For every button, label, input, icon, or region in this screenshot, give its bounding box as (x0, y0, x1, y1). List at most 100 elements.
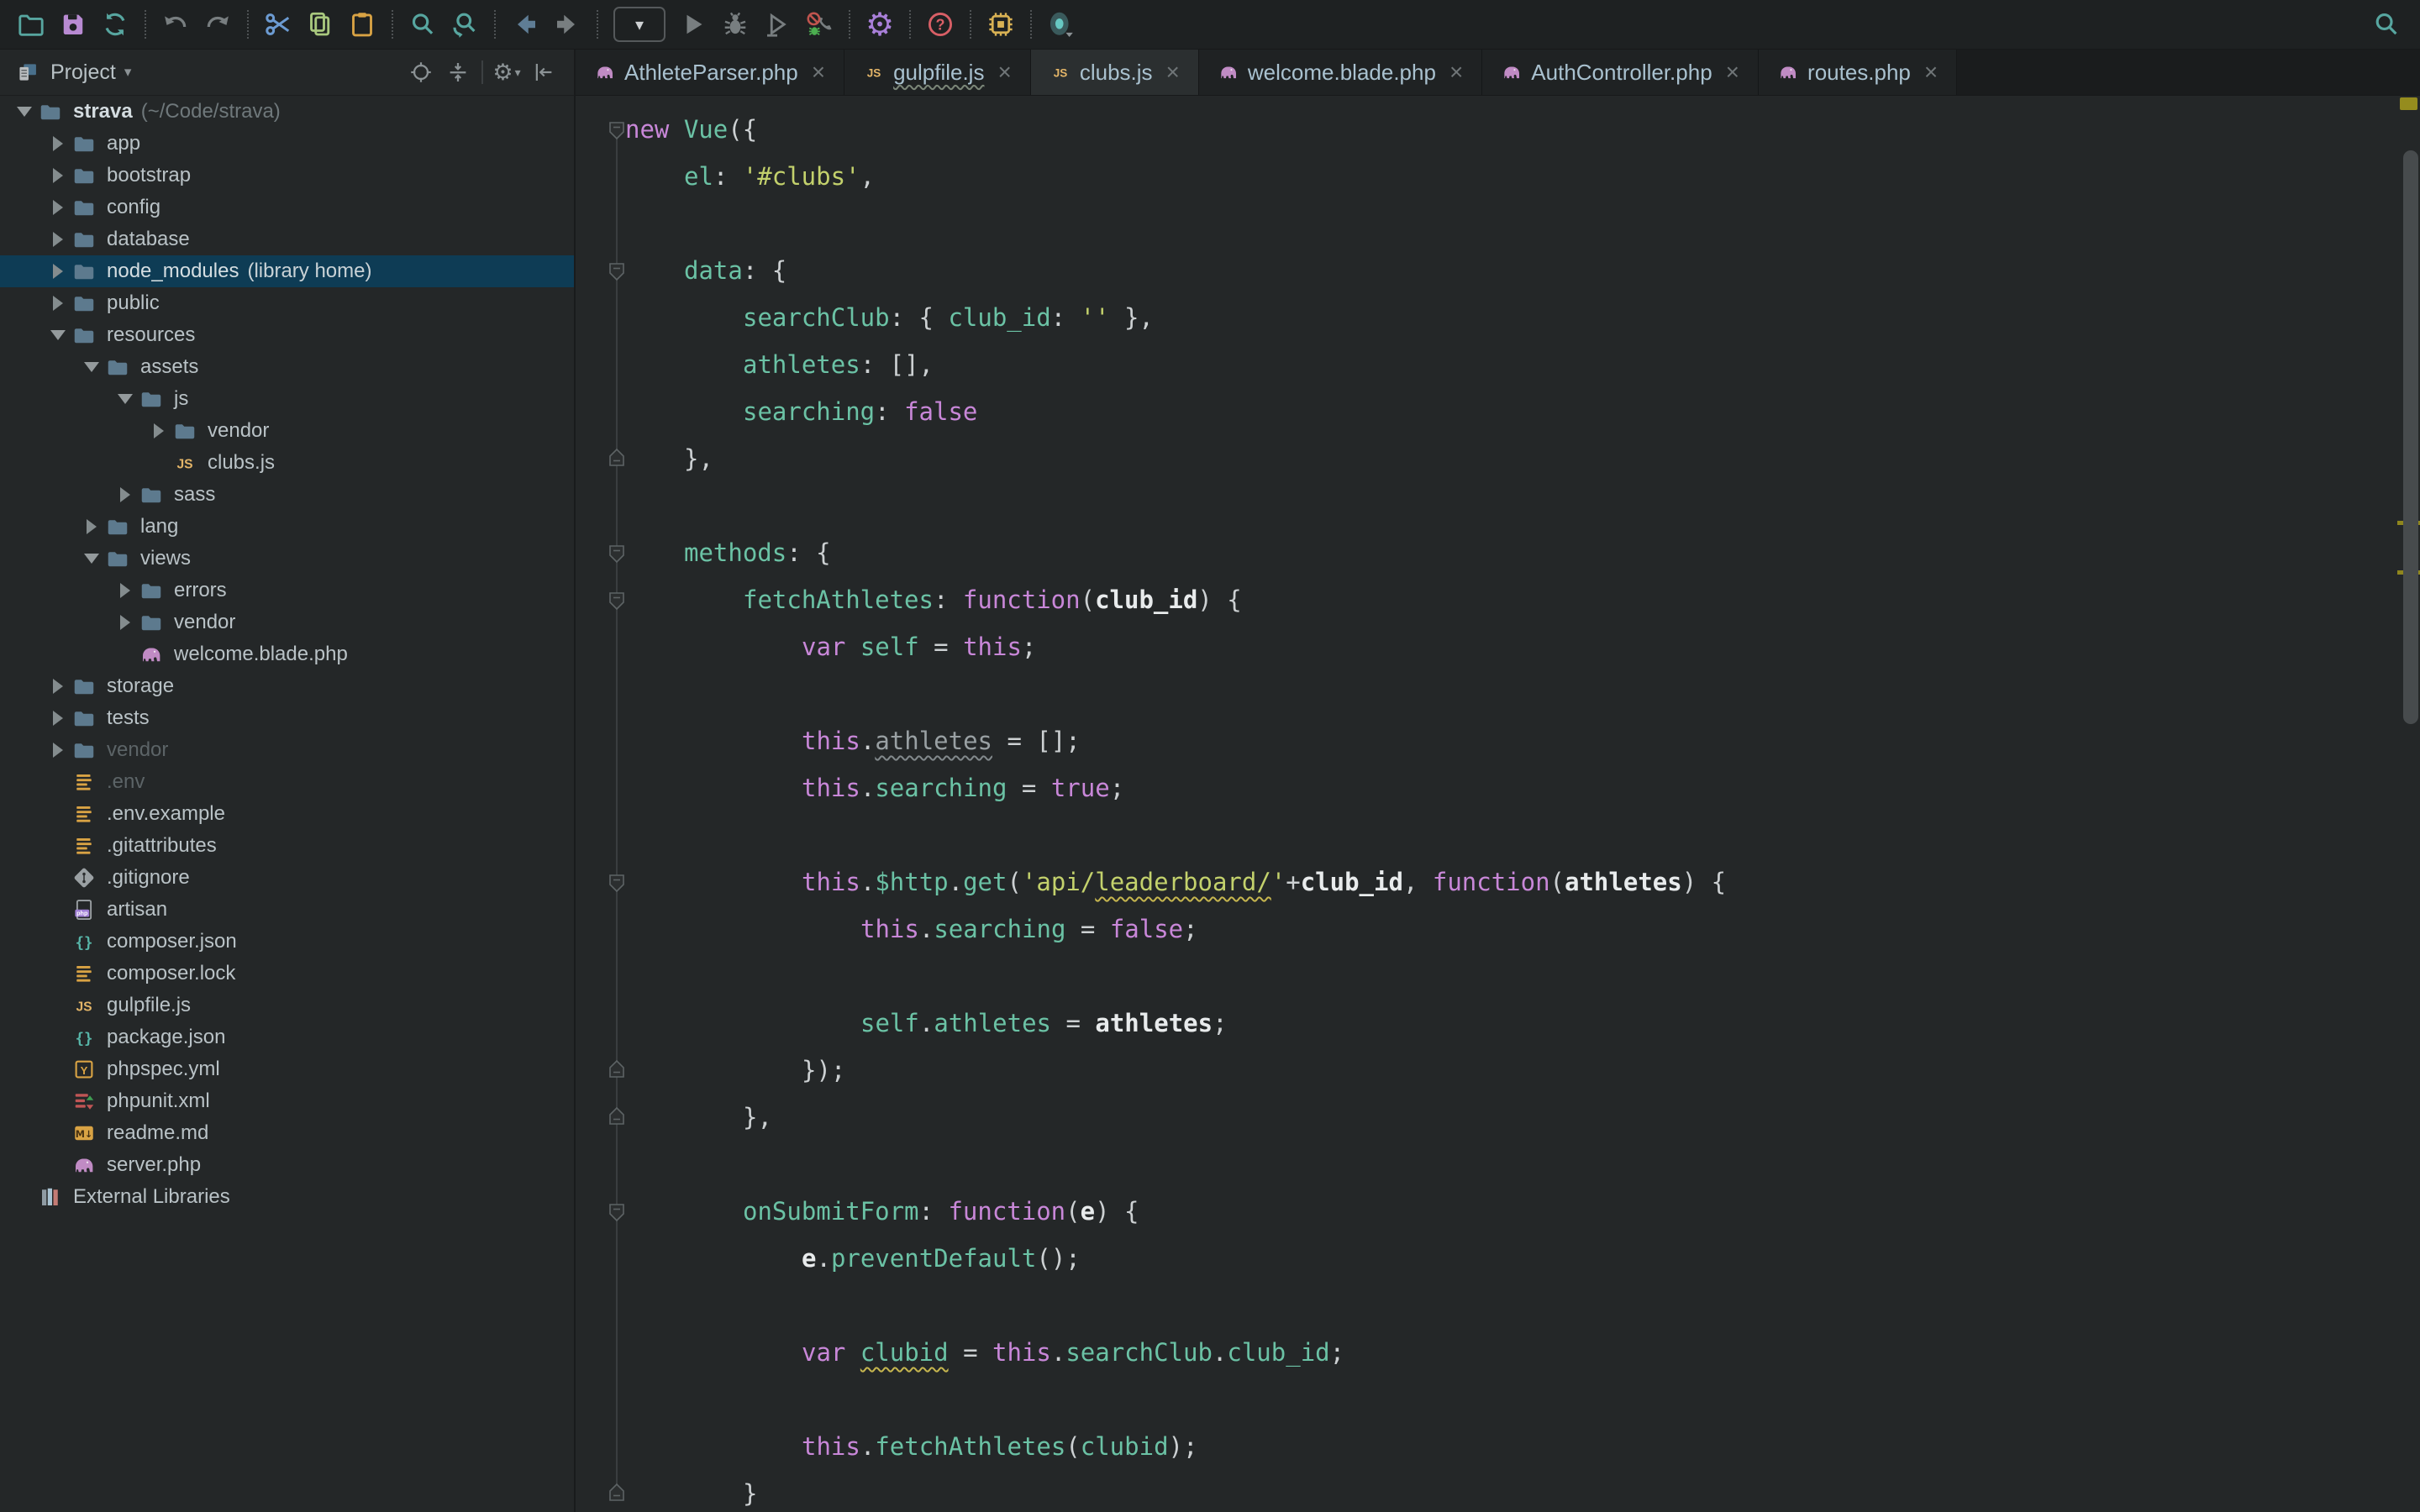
tree-item-gitignore[interactable]: .gitignore (0, 862, 574, 894)
panel-settings-button[interactable]: ⚙▾ (488, 55, 525, 89)
tree-item-gitattributes[interactable]: .gitattributes (0, 830, 574, 862)
chevron-collapsed-icon[interactable] (113, 606, 137, 638)
tree-item-strava[interactable]: strava(~/Code/strava) (0, 96, 574, 128)
plugins-button[interactable] (980, 6, 1022, 43)
tree-item-public[interactable]: public (0, 287, 574, 319)
chevron-expanded-icon[interactable] (113, 383, 137, 415)
chevron-collapsed-icon[interactable] (46, 734, 70, 766)
help-button[interactable]: ? (919, 6, 961, 43)
tree-item-database[interactable]: database (0, 223, 574, 255)
save-all-button[interactable] (52, 6, 94, 43)
tree-item-clubs-js[interactable]: JSclubs.js (0, 447, 574, 479)
chevron-collapsed-icon[interactable] (147, 415, 171, 447)
tree-item-sass[interactable]: sass (0, 479, 574, 511)
chevron-collapsed-icon[interactable] (46, 160, 70, 192)
phpscript-icon: php (71, 897, 97, 922)
chevron-collapsed-icon[interactable] (113, 575, 137, 606)
chevron-expanded-icon[interactable] (80, 351, 103, 383)
folder-icon (139, 610, 164, 635)
close-icon[interactable]: × (812, 60, 825, 84)
chevron-collapsed-icon[interactable] (46, 670, 70, 702)
run-button[interactable] (672, 6, 714, 43)
cut-button[interactable] (257, 6, 299, 43)
back-button[interactable] (504, 6, 546, 43)
tree-item-bootstrap[interactable]: bootstrap (0, 160, 574, 192)
tab-athleteparser-php[interactable]: AthleteParser.php× (576, 50, 844, 95)
project-panel-title[interactable]: Project (50, 60, 116, 85)
tree-item-js[interactable]: js (0, 383, 574, 415)
tree-item-storage[interactable]: storage (0, 670, 574, 702)
code-editor[interactable]: new Vue({el: '#clubs',data: {searchClub:… (576, 96, 2420, 1512)
tree-item-config[interactable]: config (0, 192, 574, 223)
tree-item-env-example[interactable]: .env.example (0, 798, 574, 830)
tree-item-composer-lock[interactable]: composer.lock (0, 958, 574, 990)
chevron-collapsed-icon[interactable] (46, 128, 70, 160)
attach-debugger-button[interactable] (798, 6, 840, 43)
settings-button[interactable]: ⚙ (859, 6, 901, 43)
chevron-expanded-icon[interactable] (13, 96, 36, 128)
tree-item-welcome-blade-php[interactable]: welcome.blade.php (0, 638, 574, 670)
chevron-collapsed-icon[interactable] (46, 223, 70, 255)
chevron-collapsed-icon[interactable] (46, 255, 70, 287)
tab-clubs-js[interactable]: JSclubs.js× (1031, 50, 1199, 95)
chevron-collapsed-icon[interactable] (113, 479, 137, 511)
find-button[interactable] (402, 6, 444, 43)
chevron-down-icon[interactable]: ▾ (124, 64, 132, 81)
collapse-all-button[interactable] (439, 55, 476, 89)
tree-item-vendor[interactable]: vendor (0, 606, 574, 638)
run-configuration-dropdown[interactable]: ▾ (613, 7, 666, 42)
tree-item-resources[interactable]: resources (0, 319, 574, 351)
tree-item-views[interactable]: views (0, 543, 574, 575)
tab-welcome-blade-php[interactable]: welcome.blade.php× (1199, 50, 1482, 95)
run-context-button[interactable] (756, 6, 798, 43)
replace-button[interactable] (444, 6, 486, 43)
chevron-expanded-icon[interactable] (80, 543, 103, 575)
debug-button[interactable] (714, 6, 756, 43)
close-icon[interactable]: × (1449, 60, 1463, 84)
tree-item-lang[interactable]: lang (0, 511, 574, 543)
editor-scrollbar[interactable] (2403, 150, 2418, 724)
tree-item-readme-md[interactable]: M↓readme.md (0, 1117, 574, 1149)
tree-item-composer-json[interactable]: {}composer.json (0, 926, 574, 958)
tree-item-node-modules[interactable]: node_modules(library home) (0, 255, 574, 287)
tree-item-tests[interactable]: tests (0, 702, 574, 734)
tree-item-phpunit-xml[interactable]: phpunit.xml (0, 1085, 574, 1117)
plugin-widget-button[interactable] (1040, 6, 1082, 43)
tree-item-gulpfile-js[interactable]: JSgulpfile.js (0, 990, 574, 1021)
chevron-collapsed-icon[interactable] (46, 192, 70, 223)
open-project-button[interactable] (10, 6, 52, 43)
tree-item-server-php[interactable]: server.php (0, 1149, 574, 1181)
tree-item-env[interactable]: .env (0, 766, 574, 798)
tree-item-vendor[interactable]: vendor (0, 734, 574, 766)
tree-item-vendor[interactable]: vendor (0, 415, 574, 447)
locate-button[interactable] (402, 55, 439, 89)
tab-routes-php[interactable]: routes.php× (1759, 50, 1957, 95)
tree-item-external-libraries[interactable]: External Libraries (0, 1181, 574, 1213)
project-tree[interactable]: strava(~/Code/strava)appbootstrapconfigd… (0, 96, 574, 1512)
inspection-status-indicator[interactable] (2400, 97, 2417, 110)
tree-item-package-json[interactable]: {}package.json (0, 1021, 574, 1053)
copy-button[interactable] (299, 6, 341, 43)
tree-item-phpspec-yml[interactable]: Yphpspec.yml (0, 1053, 574, 1085)
chevron-collapsed-icon[interactable] (46, 702, 70, 734)
tree-item-assets[interactable]: assets (0, 351, 574, 383)
paste-button[interactable] (341, 6, 383, 43)
undo-button[interactable] (155, 6, 197, 43)
chevron-collapsed-icon[interactable] (46, 287, 70, 319)
search-everywhere-button[interactable] (2368, 6, 2405, 43)
tree-item-artisan[interactable]: phpartisan (0, 894, 574, 926)
close-icon[interactable]: × (1726, 60, 1739, 84)
hide-panel-button[interactable] (525, 55, 562, 89)
chevron-collapsed-icon[interactable] (80, 511, 103, 543)
synchronize-button[interactable] (94, 6, 136, 43)
forward-button[interactable] (546, 6, 588, 43)
redo-button[interactable] (197, 6, 239, 43)
close-icon[interactable]: × (1924, 60, 1938, 84)
tab-authcontroller-php[interactable]: AuthController.php× (1482, 50, 1759, 95)
tree-item-app[interactable]: app (0, 128, 574, 160)
chevron-expanded-icon[interactable] (46, 319, 70, 351)
tree-item-errors[interactable]: errors (0, 575, 574, 606)
close-icon[interactable]: × (997, 60, 1011, 84)
close-icon[interactable]: × (1166, 60, 1180, 84)
tab-gulpfile-js[interactable]: JSgulpfile.js× (844, 50, 1031, 95)
